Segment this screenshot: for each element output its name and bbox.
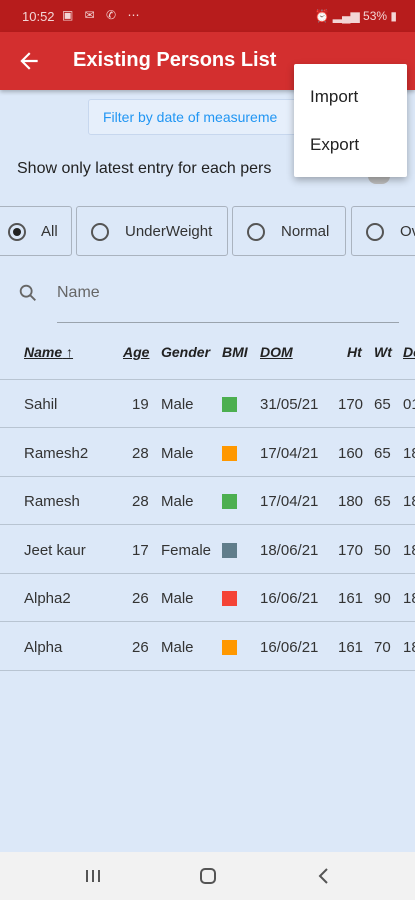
menu-item-import[interactable]: Import xyxy=(310,87,358,107)
back-arrow-icon[interactable] xyxy=(16,48,42,74)
recent-apps-icon[interactable] xyxy=(83,866,103,886)
cell-dob: 18 xyxy=(403,638,415,656)
radio-unchecked-icon xyxy=(247,223,265,241)
cell-ht: 170 xyxy=(338,541,364,559)
cell-age: 17 xyxy=(132,541,149,559)
cell-ht: 160 xyxy=(338,444,364,462)
system-nav-bar xyxy=(0,852,415,900)
table-row[interactable]: Alpha 26 Male 16/06/21 161 70 18 xyxy=(0,623,415,671)
cell-ht: 161 xyxy=(338,638,364,656)
cell-gender: Male xyxy=(161,396,194,413)
header-ht: Ht xyxy=(347,344,362,360)
cell-name: Alpha xyxy=(24,638,63,656)
name-search-input[interactable] xyxy=(57,278,397,308)
header-gender: Gender xyxy=(161,344,211,360)
header-dob[interactable]: Do xyxy=(403,344,415,360)
menu-item-export[interactable]: Export xyxy=(310,135,359,155)
search-bar xyxy=(17,278,402,326)
filter-by-date-button[interactable]: Filter by date of measureme xyxy=(88,99,318,135)
bmi-indicator xyxy=(222,542,237,558)
cell-ht: 180 xyxy=(338,493,364,510)
status-bar: 10:52 ▣ ✉ ✆ ⋯ ⏰ ▂▄▆ 53% ▮ xyxy=(0,0,415,32)
table-header: Name ↑ Age Gender BMI DOM Ht Wt Do xyxy=(0,336,415,380)
header-name[interactable]: Name ↑ xyxy=(24,344,73,360)
cell-name: Sahil xyxy=(24,396,58,413)
latest-entry-label: Show only latest entry for each pers xyxy=(17,160,272,177)
table-row[interactable]: Jeet kaur 17 Female 18/06/21 170 50 18 xyxy=(0,526,415,574)
cell-wt: 50 xyxy=(374,541,391,559)
cell-dob: 01 xyxy=(403,396,415,413)
home-icon[interactable] xyxy=(198,866,218,886)
chip-label: Normal xyxy=(281,223,330,240)
cell-name: Ramesh xyxy=(24,493,80,510)
status-right: ⏰ ▂▄▆ 53% ▮ xyxy=(314,9,397,23)
chip-label: UnderWeight xyxy=(125,223,213,240)
back-nav-icon[interactable] xyxy=(314,866,334,886)
cell-age: 28 xyxy=(132,493,149,510)
bmi-indicator xyxy=(222,591,237,606)
bmi-indicator xyxy=(222,397,237,412)
cell-dom: 16/06/21 xyxy=(260,590,319,607)
status-time: 10:52 xyxy=(22,9,55,24)
cell-gender: Male xyxy=(161,493,194,510)
cell-wt: 90 xyxy=(374,590,391,607)
cell-wt: 65 xyxy=(374,444,391,462)
chip-all[interactable]: All xyxy=(0,206,72,256)
cell-gender: Male xyxy=(161,638,194,656)
overflow-menu: Import Export xyxy=(294,64,407,177)
search-underline xyxy=(57,322,399,323)
cell-age: 26 xyxy=(132,590,149,607)
chip-normal[interactable]: Normal xyxy=(232,206,346,256)
header-age[interactable]: Age xyxy=(123,344,149,360)
cell-dob: 18 xyxy=(403,590,415,607)
battery-icon: ▮ xyxy=(390,9,397,23)
cell-dom: 17/04/21 xyxy=(260,493,319,510)
cell-dob: 18 xyxy=(403,444,415,462)
cell-gender: Male xyxy=(161,444,194,462)
cell-ht: 161 xyxy=(338,590,364,607)
cell-name: Ramesh2 xyxy=(24,444,89,462)
cell-wt: 65 xyxy=(374,493,391,510)
header-wt: Wt xyxy=(374,344,392,360)
bmi-indicator xyxy=(222,445,237,461)
signal-icon: ⏰ ▂▄▆ xyxy=(314,9,360,23)
cell-dob: 18 xyxy=(403,493,415,510)
battery-level: 53% xyxy=(363,9,388,23)
chip-label: All xyxy=(41,223,58,240)
cell-age: 26 xyxy=(132,638,149,656)
cell-gender: Female xyxy=(161,541,212,559)
header-bmi: BMI xyxy=(222,344,248,360)
cell-wt: 70 xyxy=(374,638,391,656)
chip-label: Ov xyxy=(400,223,415,240)
chip-underweight[interactable]: UnderWeight xyxy=(76,206,228,256)
table-row[interactable]: Sahil 19 Male 31/05/21 170 65 01 xyxy=(0,380,415,428)
radio-unchecked-icon xyxy=(91,223,109,241)
cell-dob: 18 xyxy=(403,541,415,559)
bmi-filter-chips: All UnderWeight Normal Ov xyxy=(0,206,415,258)
radio-checked-icon xyxy=(8,223,26,241)
cell-age: 19 xyxy=(132,396,149,413)
cell-age: 28 xyxy=(132,444,149,462)
table-row[interactable]: Ramesh 28 Male 17/04/21 180 65 18 xyxy=(0,477,415,525)
bmi-indicator xyxy=(222,494,237,509)
table-row[interactable]: Ramesh2 28 Male 17/04/21 160 65 18 xyxy=(0,429,415,477)
sort-arrow-up-icon: ↑ xyxy=(66,344,74,360)
cell-gender: Male xyxy=(161,590,194,607)
cell-dom: 31/05/21 xyxy=(260,396,319,413)
radio-unchecked-icon xyxy=(366,223,384,241)
header-dom[interactable]: DOM xyxy=(260,344,293,360)
cell-wt: 65 xyxy=(374,396,391,413)
notification-icons: ▣ ✉ ✆ ⋯ xyxy=(62,8,144,22)
cell-dom: 16/06/21 xyxy=(260,638,319,656)
page-title: Existing Persons List xyxy=(73,49,277,71)
cell-dom: 17/04/21 xyxy=(260,444,319,462)
search-icon xyxy=(19,284,36,301)
chip-overweight[interactable]: Ov xyxy=(351,206,415,256)
cell-name: Alpha2 xyxy=(24,590,71,607)
cell-dom: 18/06/21 xyxy=(260,541,319,559)
cell-name: Jeet kaur xyxy=(24,541,86,559)
bmi-indicator xyxy=(222,639,237,655)
cell-ht: 170 xyxy=(338,396,364,413)
table-row[interactable]: Alpha2 26 Male 16/06/21 161 90 18 xyxy=(0,574,415,622)
